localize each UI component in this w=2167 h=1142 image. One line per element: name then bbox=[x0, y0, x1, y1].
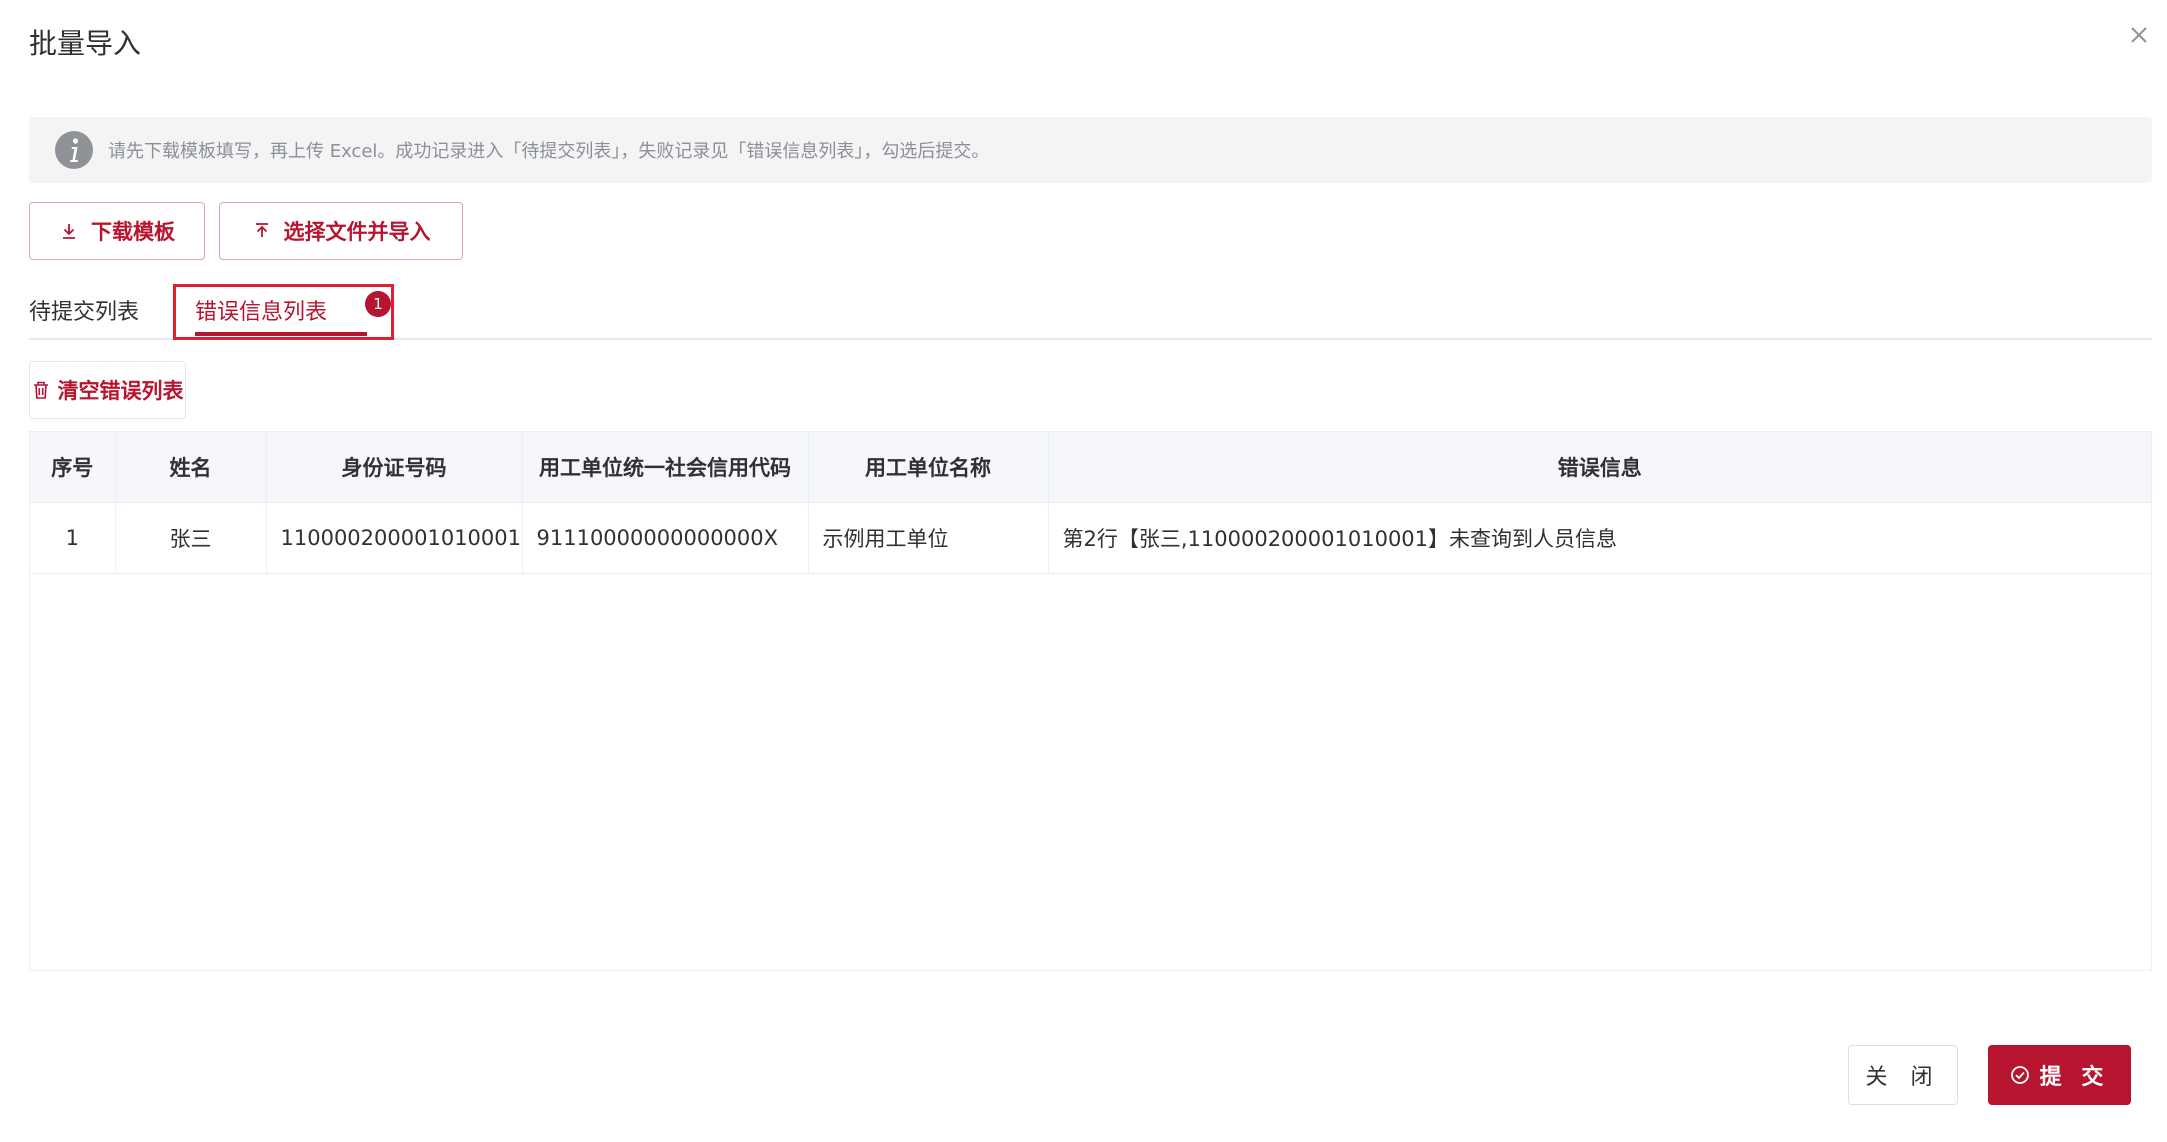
cell-error-message: 第2行【张三,110000200001010001】未查询到人员信息 bbox=[1048, 502, 2151, 574]
import-file-label: 选择文件并导入 bbox=[283, 220, 431, 244]
column-header-credit-code: 用工单位统一社会信用代码 bbox=[522, 432, 809, 503]
clear-errors-button[interactable]: 清空错误列表 bbox=[29, 361, 186, 419]
clear-errors-label: 清空错误列表 bbox=[57, 379, 184, 403]
trash-icon bbox=[33, 381, 48, 399]
close-button[interactable]: 关 闭 bbox=[1848, 1045, 1958, 1105]
alert-text: 请先下载模板填写，再上传 Excel。成功记录进入「待提交列表」，失败记录见「错… bbox=[108, 141, 990, 162]
column-header-error-message: 错误信息 bbox=[1048, 432, 2151, 503]
submit-button-label: 提 交 bbox=[2039, 1065, 2110, 1090]
error-table: 序号 姓名 身份证号码 用工单位统一社会信用代码 用工单位名称 错误信息 1 张… bbox=[29, 431, 2152, 971]
column-header-id-number: 身份证号码 bbox=[266, 432, 523, 503]
close-button-label: 关 闭 bbox=[1865, 1065, 1941, 1090]
check-circle-icon bbox=[2010, 1066, 2029, 1084]
column-header-name: 姓名 bbox=[115, 432, 267, 503]
cell-employer: 示例用工单位 bbox=[808, 502, 1049, 574]
tab-pending-list[interactable]: 待提交列表 bbox=[29, 294, 139, 326]
dialog-title: 批量导入 bbox=[29, 27, 142, 60]
info-alert: 请先下载模板填写，再上传 Excel。成功记录进入「待提交列表」，失败记录见「错… bbox=[29, 117, 2152, 183]
upload-icon bbox=[255, 223, 268, 237]
download-template-label: 下载模板 bbox=[91, 220, 175, 244]
close-icon[interactable] bbox=[2124, 20, 2154, 50]
cell-index: 1 bbox=[30, 502, 116, 574]
download-template-button[interactable]: 下载模板 bbox=[29, 202, 205, 260]
highlight-box bbox=[173, 284, 394, 340]
column-header-employer: 用工单位名称 bbox=[808, 432, 1049, 503]
download-icon bbox=[63, 224, 75, 239]
cell-name: 张三 bbox=[115, 502, 267, 574]
info-icon bbox=[55, 131, 93, 169]
cell-credit-code: 91110000000000000X bbox=[522, 502, 809, 574]
table-row: 1 张三 110000200001010001 9111000000000000… bbox=[30, 502, 2151, 574]
cell-id-number: 110000200001010001 bbox=[266, 502, 523, 574]
column-header-index: 序号 bbox=[30, 432, 116, 503]
table-header-row: 序号 姓名 身份证号码 用工单位统一社会信用代码 用工单位名称 错误信息 bbox=[30, 432, 2151, 503]
import-file-button[interactable]: 选择文件并导入 bbox=[219, 202, 463, 260]
submit-button[interactable]: 提 交 bbox=[1988, 1045, 2131, 1105]
